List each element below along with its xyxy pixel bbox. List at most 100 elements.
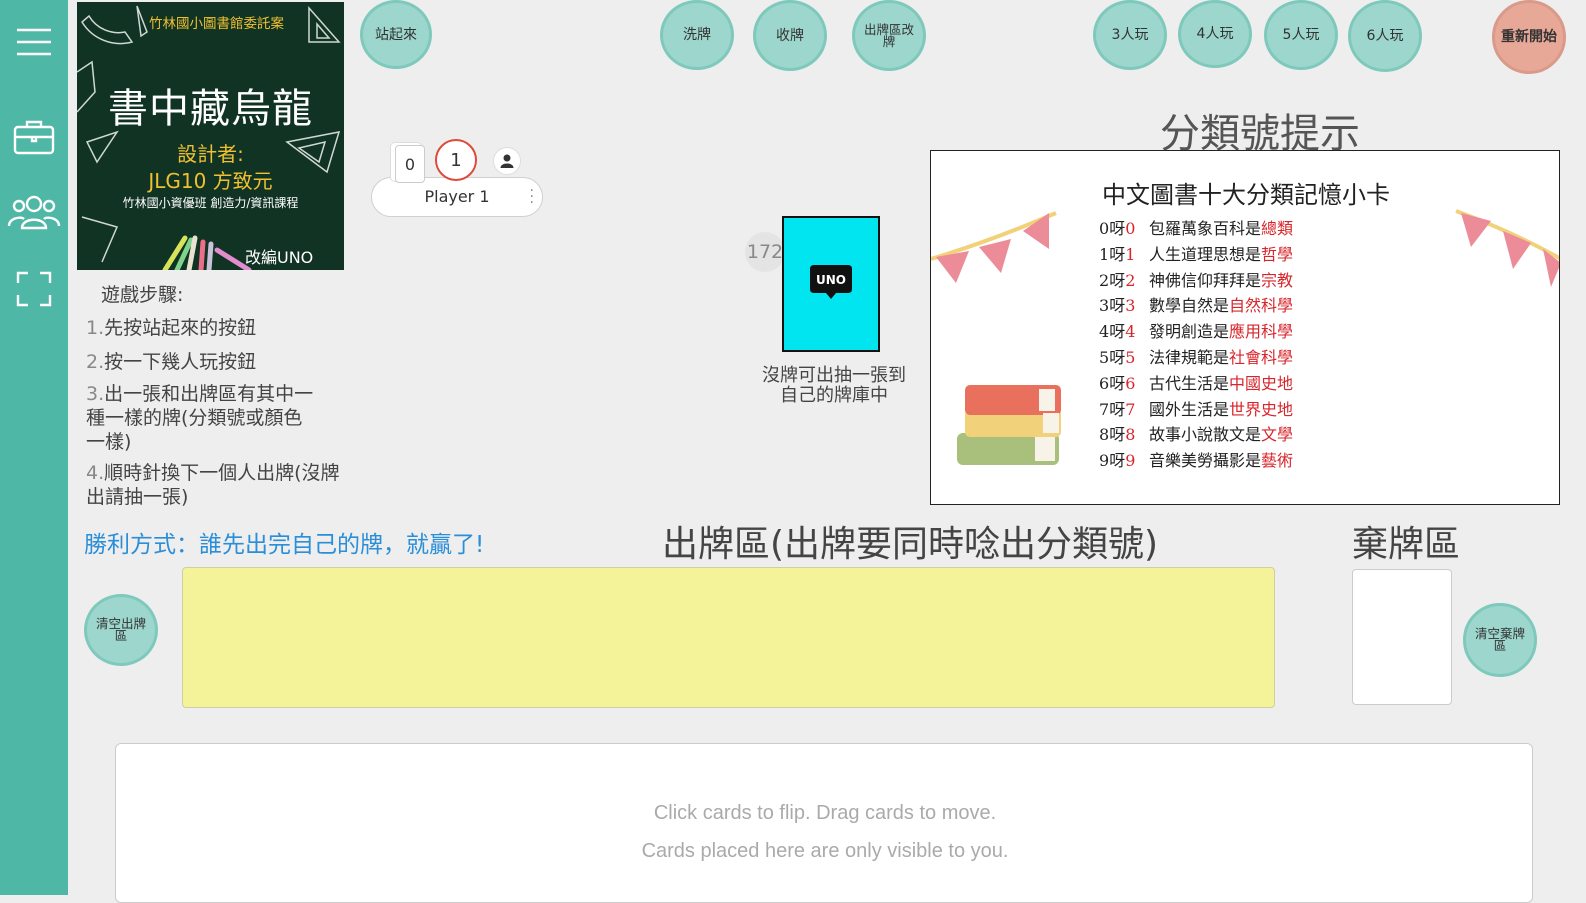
hint-row-category: 宗教 — [1261, 270, 1294, 290]
hint-row-label: 1 — [1125, 244, 1136, 264]
score-badge: 1 — [435, 139, 477, 181]
hint-row-text: 古代生活是 — [1149, 373, 1230, 393]
hint-row-text: 音樂美勞攝影是 — [1149, 451, 1262, 471]
hint-row-ya: 呀 — [1109, 219, 1126, 238]
hint-row: 4呀4 發明創造是應用科學 — [1099, 318, 1293, 342]
poster-footer: 改編UNO — [245, 248, 314, 267]
hint-row-category: 自然科學 — [1229, 296, 1294, 316]
poster-decoration-icon — [77, 5, 341, 270]
step-number: 3. — [86, 383, 105, 405]
hint-row-index: 3呀3 — [1099, 292, 1149, 316]
sidebar — [0, 0, 68, 895]
hint-row-index: 8呀8 — [1099, 421, 1149, 445]
hint-row-number: 9 — [1099, 451, 1110, 471]
users-icon[interactable] — [0, 187, 68, 237]
hint-row-ya: 呀 — [1109, 373, 1126, 393]
hint-row-number: 1 — [1099, 244, 1110, 264]
play-area-title: 出牌區(出牌要同時唸出分類號) — [662, 524, 1159, 565]
hint-row: 1呀1 人生道理思想是哲學 — [1099, 241, 1293, 265]
hint-row-category: 中國史地 — [1229, 373, 1294, 393]
briefcase-icon[interactable] — [0, 112, 68, 162]
user-icon[interactable] — [493, 147, 521, 175]
player-panel[interactable]: Player 1 · · · — [371, 177, 543, 217]
clear-play-area-button[interactable]: 清空出牌區 — [84, 594, 158, 666]
hint-row-ya: 呀 — [1109, 270, 1126, 290]
instruction-step-3: 3.出一張和出牌區有其中一 種一樣的牌(分類號或顏色 一樣) — [86, 382, 313, 454]
step-number: 1. — [86, 317, 105, 339]
hint-row-index: 7呀7 — [1099, 396, 1149, 420]
stand-up-button[interactable]: 站起來 — [360, 0, 432, 69]
hint-row-category: 哲學 — [1261, 244, 1294, 264]
discard-area[interactable] — [1352, 569, 1452, 705]
hint-row-number: 7 — [1099, 399, 1110, 419]
hint-row: 6呀6 古代生活是中國史地 — [1099, 370, 1293, 394]
change-play-area-button[interactable]: 出牌區改牌 — [852, 0, 926, 71]
five-players-button[interactable]: 5人玩 — [1264, 0, 1338, 70]
hint-row-text: 法律規範是 — [1149, 348, 1230, 367]
shuffle-button[interactable]: 洗牌 — [660, 0, 734, 70]
hint-row-index: 4呀4 — [1099, 318, 1149, 342]
hint-row-text: 發明創造是 — [1149, 322, 1230, 342]
restart-button[interactable]: 重新開始 — [1492, 0, 1566, 74]
menu-icon[interactable] — [0, 17, 68, 67]
hand-hint-line: Click cards to flip. Drag cards to move. — [653, 802, 997, 824]
hint-row-label: 9 — [1125, 451, 1136, 471]
hint-row-number: 4 — [1099, 322, 1110, 342]
hand-count-badge: 0 — [395, 145, 425, 183]
hint-row-ya: 呀 — [1109, 244, 1126, 264]
play-area[interactable] — [182, 567, 1275, 708]
hint-row-index: 9呀9 — [1099, 447, 1149, 471]
hint-row-category: 世界史地 — [1229, 399, 1294, 419]
step-text: 先按站起來的按鈕 — [104, 317, 257, 339]
hint-row-ya: 呀 — [1109, 451, 1126, 471]
hint-row-ya: 呀 — [1109, 399, 1126, 419]
instruction-step-1: 1.先按站起來的按鈕 — [86, 316, 256, 340]
fullscreen-icon[interactable] — [0, 264, 68, 314]
hint-row-ya: 呀 — [1109, 425, 1126, 445]
player-menu-icon[interactable]: · · · — [530, 184, 534, 210]
hint-row-ya: 呀 — [1109, 296, 1126, 316]
hint-row-label: 0 — [1125, 219, 1136, 238]
hint-row-index: 1呀1 — [1099, 241, 1149, 265]
hint-row-text: 包羅萬象百科是 — [1149, 219, 1262, 238]
hint-row-number: 3 — [1099, 296, 1110, 316]
hint-row-label: 6 — [1125, 373, 1136, 393]
hint-row-label: 8 — [1125, 425, 1136, 445]
private-hand-area[interactable]: Click cards to flip. Drag cards to move.… — [115, 743, 1533, 903]
clear-discard-area-button[interactable]: 清空棄牌區 — [1463, 603, 1537, 677]
poster-designer: JLG10 方致元 — [148, 169, 273, 193]
hint-row: 8呀8 故事小說散文是文學 — [1099, 421, 1293, 445]
hint-row-label: 7 — [1125, 399, 1136, 419]
step-text: 出一張和出牌區有其中一 — [104, 383, 314, 405]
poster-subtitle: 竹林國小圖書館委託案 — [149, 16, 284, 32]
hint-row-text: 故事小說散文是 — [1149, 425, 1262, 445]
hint-row: 5呀5 法律規範是社會科學 — [1099, 344, 1293, 368]
hint-row-category: 總類 — [1261, 219, 1294, 238]
collect-button[interactable]: 收牌 — [753, 0, 827, 71]
hint-row-text: 國外生活是 — [1149, 399, 1230, 419]
instruction-step-4: 4.順時針換下一個人出牌(沒牌 出請抽一張) — [86, 461, 340, 509]
deck-caption-line: 自己的牌庫中 — [780, 385, 888, 406]
hand-hint-line: Cards placed here are only visible to yo… — [641, 840, 1009, 862]
three-players-button[interactable]: 3人玩 — [1093, 0, 1167, 70]
hint-row-ya: 呀 — [1109, 322, 1126, 342]
hint-row-label: 5 — [1125, 348, 1136, 367]
six-players-button[interactable]: 6人玩 — [1348, 0, 1422, 72]
uno-logo-text: UNO — [816, 273, 846, 287]
hint-row-number: 6 — [1099, 373, 1110, 393]
hint-row-index: 0呀0 — [1099, 215, 1149, 239]
hint-row: 0呀0 包羅萬象百科是總類 — [1099, 215, 1293, 239]
poster-designer-label: 設計者: — [177, 142, 244, 166]
step-text: 順時針換下一個人出牌(沒牌 — [104, 462, 340, 484]
draw-deck[interactable]: UNO — [782, 216, 880, 352]
hint-row-text: 神佛信仰拜拜是 — [1149, 270, 1262, 290]
deck-caption: 沒牌可出抽一張到 自己的牌庫中 — [752, 366, 916, 406]
four-players-button[interactable]: 4人玩 — [1178, 0, 1252, 68]
hint-row-index: 2呀2 — [1099, 267, 1149, 291]
step-number: 4. — [86, 462, 105, 484]
books-icon — [957, 385, 1061, 465]
win-condition: 勝利方式：誰先出完自己的牌，就贏了! — [84, 532, 485, 558]
hint-row-category: 文學 — [1261, 425, 1294, 445]
hint-row: 2呀2 神佛信仰拜拜是宗教 — [1099, 267, 1293, 291]
instruction-step-2: 2.按一下幾人玩按鈕 — [86, 350, 256, 374]
